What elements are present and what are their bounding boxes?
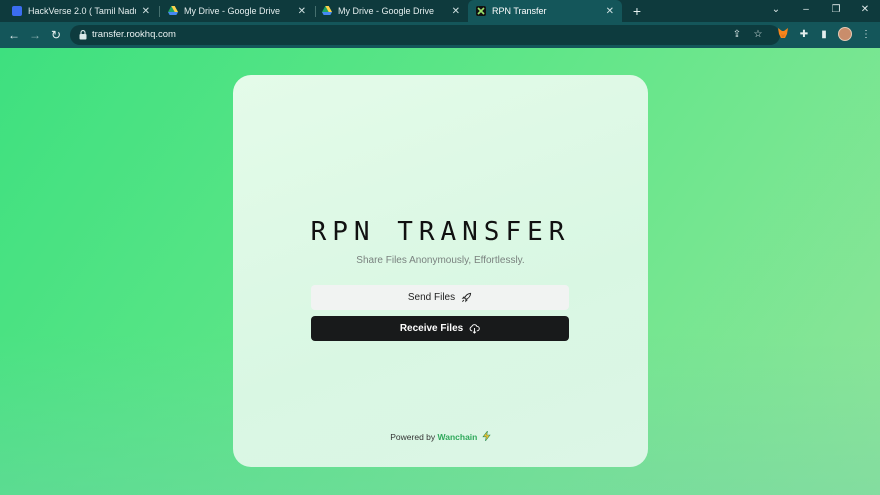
lightning-icon (482, 431, 491, 441)
new-tab-icon[interactable]: + (629, 2, 645, 20)
receive-files-label: Receive Files (399, 323, 464, 334)
puzzle-icon[interactable]: ✚ (796, 27, 812, 43)
back-icon[interactable]: ← (5, 26, 23, 44)
close-icon[interactable]: ✕ (298, 6, 306, 17)
send-files-button[interactable]: Send Files (311, 285, 569, 310)
tab-hackverse[interactable]: HackVerse 2.0 ( Tamil Nadu ): Da ✕ (4, 0, 158, 22)
footer: Powered by Wanchain (233, 431, 648, 442)
tab-title: My Drive - Google Drive (184, 6, 281, 16)
tab-strip: HackVerse 2.0 ( Tamil Nadu ): Da ✕ My Dr… (0, 0, 880, 22)
url-text: transfer.rookhq.com (92, 29, 176, 40)
tab-title: RPN Transfer (492, 6, 547, 16)
blue-square-icon (12, 6, 22, 16)
receive-files-button[interactable]: Receive Files (311, 316, 569, 341)
tab-rpn-transfer[interactable]: RPN Transfer ✕ (468, 0, 622, 22)
tab-title: My Drive - Google Drive (338, 6, 435, 16)
avatar[interactable] (838, 27, 852, 41)
browser-toolbar: ← → ↻ transfer.rookhq.com ⇪ ☆ ✚ ▮ ⋮ (0, 22, 880, 48)
star-icon[interactable]: ☆ (751, 28, 765, 42)
cloud-download-icon (469, 324, 480, 334)
tagline: Share Files Anonymously, Effortlessly. (356, 255, 525, 266)
footer-prefix: Powered by (390, 432, 436, 442)
close-icon[interactable]: ✕ (452, 6, 460, 17)
share-icon[interactable]: ⇪ (730, 28, 744, 42)
window-close-icon[interactable]: ✕ (851, 0, 879, 22)
transfer-card: RPN TRANSFER Share Files Anonymously, Ef… (233, 75, 648, 467)
more-menu-icon[interactable]: ⋮ (858, 27, 874, 43)
restore-icon[interactable]: ❐ (822, 0, 850, 22)
address-bar[interactable]: transfer.rookhq.com ⇪ ☆ (70, 25, 780, 45)
rpn-logo-icon (476, 6, 486, 16)
forward-icon[interactable]: → (26, 26, 44, 44)
fox-icon (778, 28, 788, 38)
tab-title: HackVerse 2.0 ( Tamil Nadu ): Da (28, 6, 136, 16)
wanchain-link[interactable]: Wanchain (438, 432, 478, 442)
google-drive-icon (168, 6, 178, 15)
close-icon[interactable]: ✕ (142, 6, 150, 17)
reload-icon[interactable]: ↻ (47, 26, 65, 44)
page-title: RPN TRANSFER (310, 217, 571, 247)
rocket-icon (461, 292, 472, 303)
tab-google-drive-1[interactable]: My Drive - Google Drive ✕ (160, 0, 314, 22)
metamask-extension-icon[interactable] (775, 27, 791, 43)
google-drive-icon (322, 6, 332, 15)
minimize-icon[interactable]: – (792, 0, 820, 22)
close-icon[interactable]: ✕ (606, 6, 614, 17)
lock-icon (79, 30, 87, 40)
chevron-down-icon[interactable]: ⌄ (762, 0, 790, 22)
side-panel-icon[interactable]: ▮ (816, 27, 832, 43)
send-files-label: Send Files (407, 292, 456, 303)
page-viewport: RPN TRANSFER Share Files Anonymously, Ef… (0, 48, 880, 495)
tab-google-drive-2[interactable]: My Drive - Google Drive ✕ (314, 0, 468, 22)
